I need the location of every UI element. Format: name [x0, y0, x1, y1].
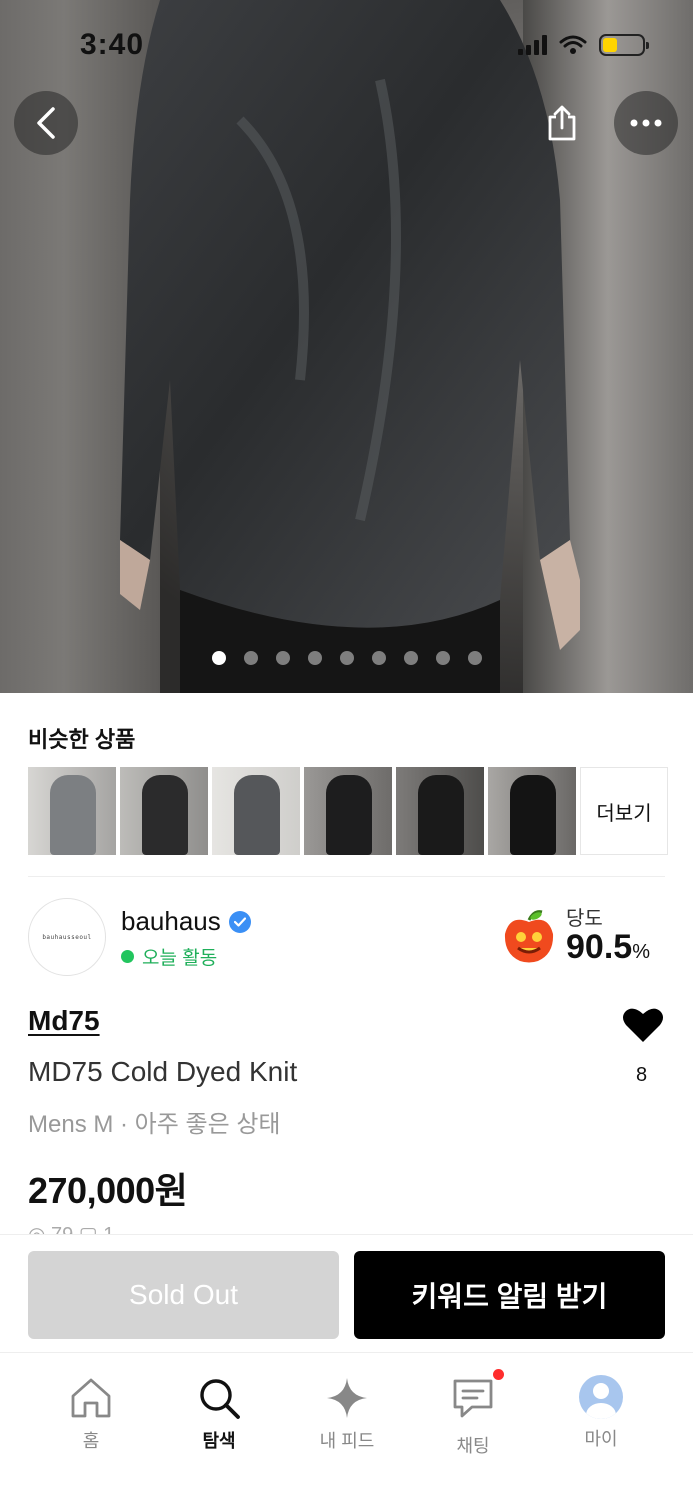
chat-icon	[453, 1379, 493, 1418]
action-bar: Sold Out 키워드 알림 받기	[0, 1234, 693, 1352]
keyword-alert-button[interactable]: 키워드 알림 받기	[354, 1251, 665, 1339]
tab-my[interactable]: 마이	[546, 1375, 656, 1451]
carousel-dot[interactable]	[468, 651, 482, 665]
carousel-dot[interactable]	[340, 651, 354, 665]
heart-icon[interactable]	[622, 1006, 664, 1044]
similar-more-button[interactable]: 더보기	[580, 767, 668, 855]
verified-badge-icon	[228, 910, 251, 933]
tab-feed-label: 내 피드	[319, 1431, 375, 1451]
carousel-dot[interactable]	[276, 651, 290, 665]
share-icon	[548, 105, 576, 141]
similar-product-thumb[interactable]	[212, 767, 300, 855]
similar-product-thumb[interactable]	[488, 767, 576, 855]
seller-name-row[interactable]: bauhaus	[121, 906, 251, 937]
product-title: MD75 Cold Dyed Knit	[28, 1056, 298, 1087]
carousel-dot[interactable]	[308, 651, 322, 665]
brand-link[interactable]: Md75	[28, 1005, 100, 1037]
chevron-left-icon	[37, 107, 55, 139]
more-options-button[interactable]	[614, 91, 678, 155]
profile-icon	[579, 1375, 623, 1419]
back-button[interactable]	[14, 91, 78, 155]
carousel-dot[interactable]	[212, 651, 226, 665]
product-meta: Mens M · 아주 좋은 상태	[28, 1111, 281, 1138]
chat-notification-dot	[493, 1369, 504, 1380]
product-image-carousel[interactable]: 3:40	[0, 0, 693, 693]
sweetness-number: 90.5	[566, 928, 633, 966]
tab-home-label: 홈	[82, 1431, 100, 1451]
tab-search-label: 탐색	[202, 1431, 236, 1451]
apple-sweetness-icon	[504, 910, 554, 963]
knit-sweater-photo	[120, 0, 580, 693]
tab-chat-label: 채팅	[456, 1436, 490, 1456]
section-divider	[28, 876, 665, 877]
carousel-indicator	[212, 651, 482, 665]
similar-products-title: 비슷한 상품	[28, 727, 136, 752]
status-time: 3:40	[80, 28, 145, 61]
similar-product-thumb[interactable]	[120, 767, 208, 855]
tab-home[interactable]: 홈	[36, 1375, 146, 1453]
seller-activity: 오늘 활동	[121, 943, 217, 970]
carousel-dot[interactable]	[404, 651, 418, 665]
bottom-tab-bar: 홈 탐색 내 피드 채팅 마이	[0, 1352, 693, 1500]
like-count: 8	[636, 1064, 648, 1086]
seller-avatar[interactable]: bauhausseoul	[28, 898, 106, 976]
search-icon	[200, 1379, 240, 1419]
home-icon	[71, 1378, 111, 1418]
sparkle-icon	[327, 1378, 367, 1418]
seller-avatar-text: bauhausseoul	[42, 933, 92, 941]
online-status-dot-icon	[121, 950, 134, 963]
sweetness-unit: %	[632, 941, 650, 963]
status-icons	[518, 34, 649, 56]
carousel-dot[interactable]	[244, 651, 258, 665]
share-button[interactable]	[530, 91, 594, 155]
similar-product-thumb[interactable]	[396, 767, 484, 855]
seller-name: bauhaus	[121, 906, 221, 936]
similar-products-list: 더보기	[28, 767, 668, 855]
more-dots-icon	[630, 119, 662, 127]
battery-icon	[599, 34, 649, 56]
signal-icon	[518, 35, 547, 55]
tab-chat[interactable]: 채팅	[418, 1369, 528, 1458]
tab-my-label: 마이	[584, 1429, 618, 1449]
tab-feed[interactable]: 내 피드	[292, 1375, 402, 1453]
carousel-dot[interactable]	[436, 651, 450, 665]
tab-search[interactable]: 탐색	[164, 1375, 274, 1453]
activity-label: 오늘 활동	[142, 948, 218, 969]
similar-product-thumb[interactable]	[28, 767, 116, 855]
sold-out-button[interactable]: Sold Out	[28, 1251, 339, 1339]
similar-product-thumb[interactable]	[304, 767, 392, 855]
product-price: 270,000원	[28, 1170, 188, 1211]
carousel-dot[interactable]	[372, 651, 386, 665]
wifi-icon	[559, 35, 587, 54]
sweetness-label: 당도	[566, 908, 603, 930]
sweetness-value: 90.5%	[566, 928, 650, 967]
